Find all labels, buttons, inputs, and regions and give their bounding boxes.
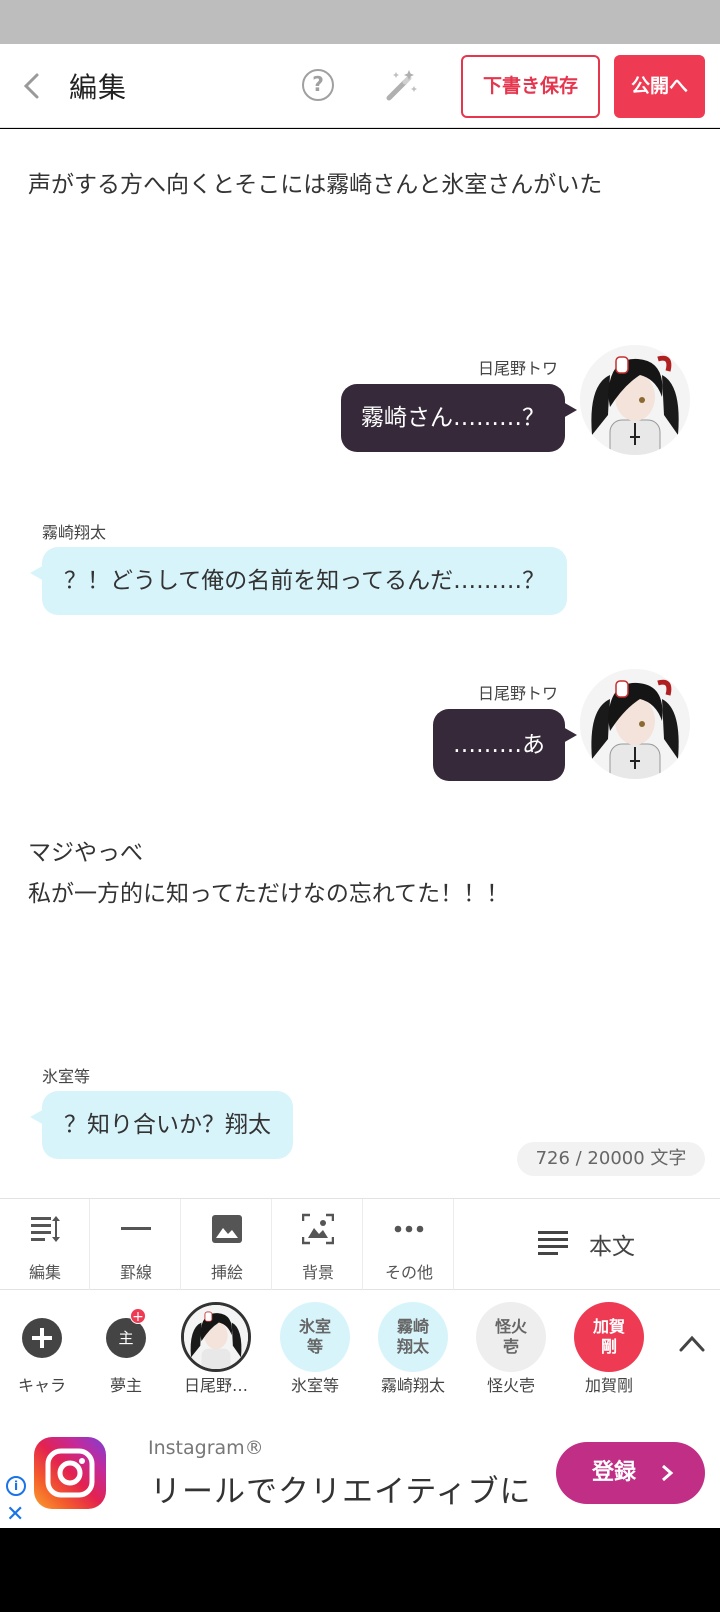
narration-text[interactable]: 私が一方的に知ってただけなの忘れてた！！！	[28, 874, 509, 915]
story-editor[interactable]: 声がする方へ向くとそこには霧崎さんと氷室さんがいた 日尾野トワ 霧崎さん………？…	[0, 129, 720, 1198]
character-chip-text: 加賀 剛	[592, 1317, 625, 1356]
plus-badge-icon: +	[130, 1308, 146, 1325]
add-character-icon[interactable]	[22, 1318, 62, 1358]
illustration-tool-button[interactable]: 挿絵	[182, 1199, 272, 1291]
speech-bubble[interactable]: ………あ	[433, 709, 577, 781]
more-dots-icon	[394, 1225, 424, 1233]
save-draft-button[interactable]: 下書き保存	[461, 55, 600, 118]
character-chip[interactable]: 霧崎 翔太	[378, 1302, 448, 1372]
page-title: 編集	[69, 71, 128, 104]
edit-tool-label: 編集	[28, 1263, 61, 1282]
magic-wand-icon[interactable]	[383, 68, 419, 104]
ad-headline: リールでクリエイティブに	[150, 1474, 532, 1510]
character-chip-text: 霧崎 翔太	[396, 1317, 429, 1356]
edit-tool-button[interactable]: 編集	[0, 1199, 90, 1291]
image-icon	[212, 1215, 242, 1243]
character-label[interactable]: 氷室等	[270, 1372, 360, 1396]
instagram-logo-icon	[34, 1437, 106, 1509]
body-text-label: 本文	[589, 1234, 635, 1260]
character-label[interactable]: 怪火壱	[466, 1372, 556, 1396]
speech-bubble[interactable]: ？知り合いか？翔太	[30, 1091, 293, 1159]
dream-protagonist-label[interactable]: 夢主	[86, 1372, 166, 1396]
background-tool-label: 背景	[301, 1263, 334, 1282]
other-tool-button[interactable]: その他	[364, 1199, 454, 1291]
character-chip-text: 怪火 壱	[494, 1317, 527, 1356]
illustration-tool-label: 挿絵	[210, 1263, 243, 1282]
character-chip[interactable]: 怪火 壱	[476, 1302, 546, 1372]
character-avatar-icon[interactable]	[580, 345, 690, 455]
chevron-up-icon[interactable]	[678, 1332, 706, 1354]
editor-toolbar: 編集 罫線 挿絵 背景 その他 本文	[0, 1198, 720, 1291]
back-chevron-icon[interactable]	[20, 68, 44, 104]
speaker-name: 日尾野トワ	[478, 359, 559, 378]
character-avatar-icon[interactable]	[181, 1302, 251, 1372]
ad-cta-label: 登録	[592, 1460, 637, 1485]
speaker-name: 霧崎翔太	[42, 523, 107, 542]
speech-bubble[interactable]: ？！どうして俺の名前を知ってるんだ………？	[29, 547, 568, 615]
character-chip[interactable]: 氷室 等	[280, 1302, 350, 1372]
narration-text[interactable]: マジやっべ	[28, 833, 143, 874]
character-bar: キャラ 主 + 夢主 日尾野… 氷室 等 氷室等 霧崎 翔太 霧崎翔太 怪火 壱…	[0, 1290, 720, 1418]
character-chip-text: 氷室 等	[298, 1317, 331, 1356]
body-text-button[interactable]: 本文	[454, 1199, 720, 1291]
background-tool-button[interactable]: 背景	[273, 1199, 363, 1291]
character-label[interactable]: 霧崎翔太	[366, 1372, 460, 1396]
narration-text[interactable]: 声がする方へ向くとそこには霧崎さんと氷室さんがいた	[28, 165, 602, 206]
character-label[interactable]: 加賀剛	[564, 1372, 654, 1396]
horizontal-rule-icon	[121, 1227, 151, 1230]
character-avatar-icon[interactable]	[580, 669, 690, 779]
chevron-right-icon	[662, 1464, 674, 1482]
edit-order-icon	[31, 1216, 60, 1242]
rule-tool-label: 罫線	[119, 1263, 152, 1282]
ad-brand: Instagram®	[148, 1437, 264, 1459]
speaker-name: 日尾野トワ	[478, 684, 559, 703]
other-tool-label: その他	[384, 1263, 433, 1282]
add-character-label[interactable]: キャラ	[2, 1372, 82, 1396]
character-counter: 726 / 20000 文字	[517, 1142, 705, 1176]
system-nav-bar	[0, 1528, 720, 1612]
background-image-icon	[302, 1213, 334, 1245]
publish-button[interactable]: 公開へ	[614, 55, 705, 118]
speaker-name: 氷室等	[42, 1067, 91, 1086]
character-chip[interactable]: 加賀 剛	[574, 1302, 644, 1372]
ad-banner[interactable]: Instagram® リールでクリエイティブに 登録 i ✕	[0, 1418, 720, 1528]
ad-info-icon[interactable]: i	[6, 1476, 26, 1496]
ad-cta-button[interactable]: 登録	[556, 1442, 705, 1504]
text-lines-icon	[538, 1231, 568, 1255]
status-bar	[0, 0, 720, 44]
ad-close-icon[interactable]: ✕	[6, 1504, 24, 1526]
top-bar: 編集 ? 下書き保存 公開へ	[0, 44, 720, 128]
character-label[interactable]: 日尾野…	[172, 1372, 260, 1396]
rule-tool-button[interactable]: 罫線	[91, 1199, 181, 1291]
help-icon[interactable]: ?	[302, 69, 334, 101]
speech-bubble[interactable]: 霧崎さん………？	[341, 384, 577, 452]
